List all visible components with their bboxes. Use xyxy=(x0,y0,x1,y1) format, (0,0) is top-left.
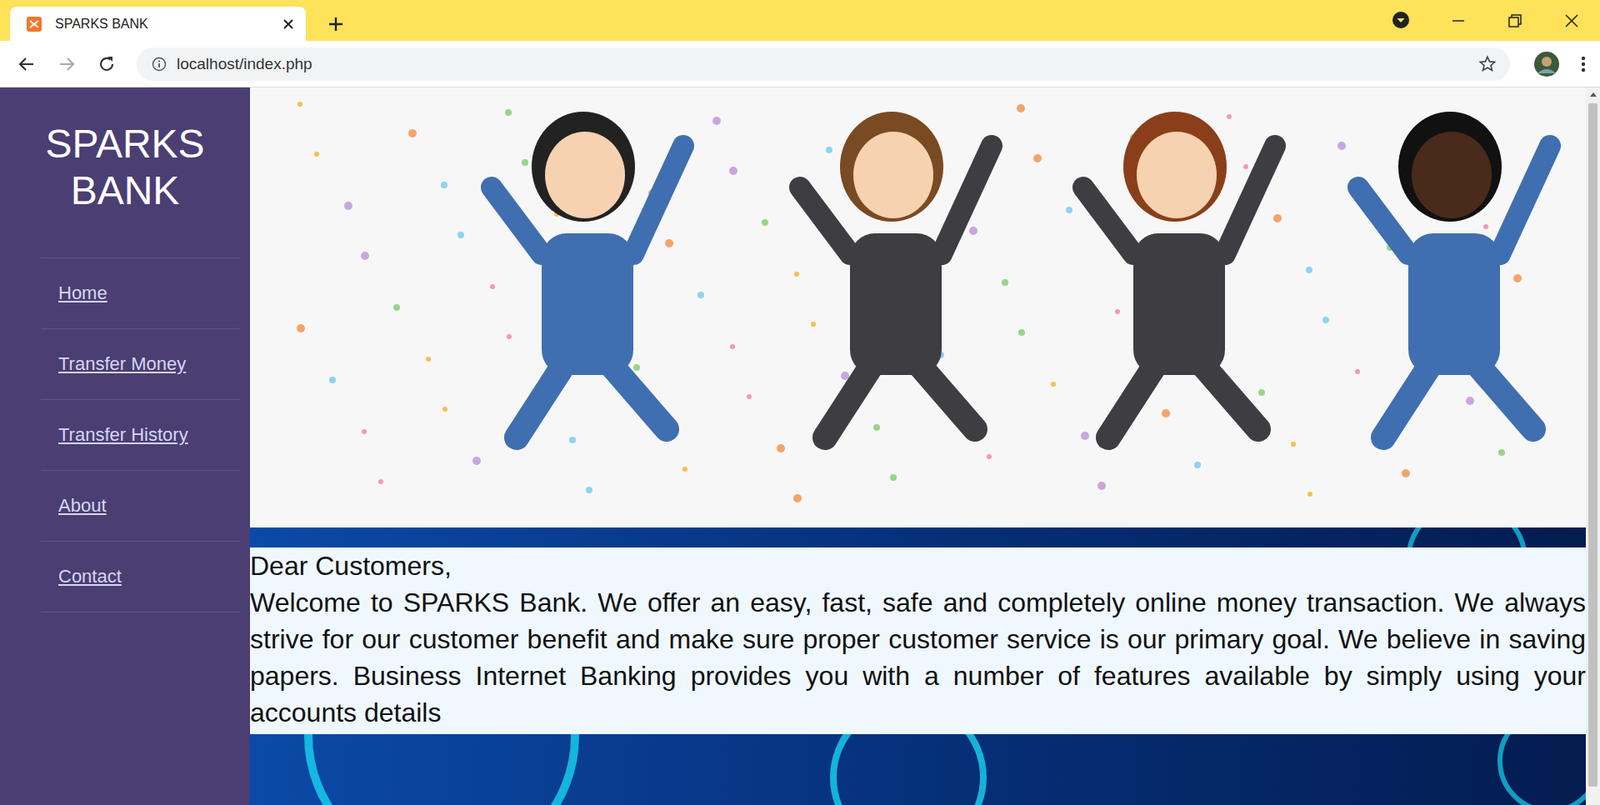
welcome-box: Dear Customers,Welcome to SPARKS Bank. W… xyxy=(250,547,1586,735)
nav-item: Home xyxy=(40,257,240,329)
nav-link[interactable]: Contact xyxy=(58,565,122,588)
reload-icon[interactable] xyxy=(96,54,117,75)
welcome-band: Dear Customers,Welcome to SPARKS Bank. W… xyxy=(250,527,1586,805)
close-window-icon[interactable] xyxy=(1563,12,1580,30)
nav-link[interactable]: Transfer History xyxy=(58,424,189,446)
profile-avatar-icon[interactable] xyxy=(1533,50,1560,78)
nav-item: Transfer Money xyxy=(40,328,240,400)
main-content: Dear Customers,Welcome to SPARKS Bank. W… xyxy=(250,87,1586,805)
nav-list: Home Transfer Money Transfer History About C… xyxy=(40,257,240,613)
restore-icon[interactable] xyxy=(1506,12,1524,30)
greeting-text: Dear Customers, xyxy=(250,547,1586,585)
nav-link[interactable]: Home xyxy=(58,282,108,305)
tab-search-icon[interactable] xyxy=(1391,10,1410,30)
brand-title: SPARKS BANK xyxy=(0,120,250,215)
tab-title: SPARKS BANK xyxy=(55,16,270,32)
nav-item: About xyxy=(40,470,240,541)
info-icon xyxy=(151,56,167,72)
scroll-thumb[interactable] xyxy=(1588,103,1598,787)
new-tab-icon[interactable] xyxy=(327,15,345,33)
web-page: SPARKS BANK Home Transfer Money Transfer Hi… xyxy=(0,87,1600,805)
nav-item: Transfer History xyxy=(40,399,240,470)
address-toolbar: localhost/index.php xyxy=(0,40,1600,88)
nav-link[interactable]: Transfer Money xyxy=(58,353,186,375)
minimize-icon[interactable] xyxy=(1450,12,1467,30)
celebration-illustration xyxy=(250,87,1586,528)
scrollbar[interactable] xyxy=(1585,87,1600,805)
tab-bar: SPARKS BANK xyxy=(0,0,1600,41)
browser-tab[interactable]: SPARKS BANK xyxy=(10,6,306,41)
forward-arrow-icon[interactable] xyxy=(56,54,77,75)
scroll-up-icon[interactable] xyxy=(1590,92,1597,97)
hero-illustration xyxy=(250,87,1586,528)
address-bar[interactable]: localhost/index.php xyxy=(136,47,1510,81)
nav-link[interactable]: About xyxy=(58,495,107,517)
menu-kebab-icon[interactable] xyxy=(1575,54,1592,75)
close-tab-icon[interactable] xyxy=(282,18,295,30)
xampp-icon xyxy=(26,16,42,32)
back-arrow-icon[interactable] xyxy=(16,54,37,75)
browser-window: SPARKS BANK localhost/index.php SPARKS BAN… xyxy=(0,0,1600,805)
sidebar: SPARKS BANK Home Transfer Money Transfer Hi… xyxy=(0,87,250,805)
nav-item: Contact xyxy=(40,540,240,613)
url-text: localhost/index.php xyxy=(176,55,313,74)
welcome-text: Welcome to SPARKS Bank. We offer an easy… xyxy=(250,584,1586,731)
bookmark-star-icon[interactable] xyxy=(1478,55,1497,74)
